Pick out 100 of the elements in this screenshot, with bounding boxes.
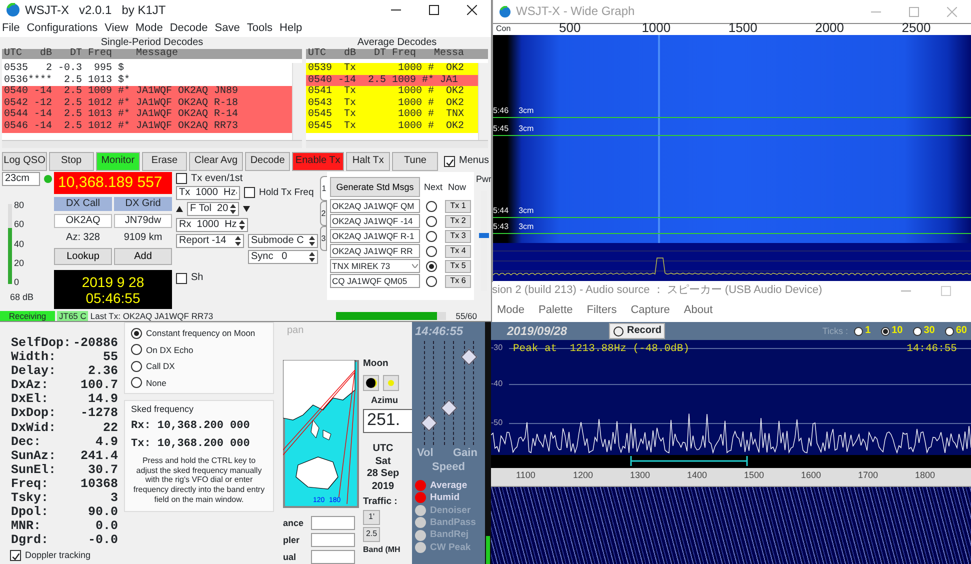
menu-item[interactable]: Configurations — [26, 22, 98, 36]
toolbar-button[interactable]: Enable Tx — [292, 152, 344, 170]
menu-item[interactable]: View — [104, 22, 128, 36]
menu-item[interactable]: Mode — [497, 304, 525, 318]
menu-item[interactable]: Help — [280, 22, 302, 36]
menu-item[interactable]: Save — [214, 22, 240, 36]
radio-button[interactable] — [131, 344, 142, 356]
traffic-button[interactable]: 1' — [363, 510, 380, 525]
checkbox-label[interactable]: Menus — [459, 155, 490, 167]
option-label[interactable]: Call DX — [146, 361, 175, 372]
tick-option[interactable]: 10 — [892, 325, 903, 337]
toolbar-button[interactable]: Erase — [142, 152, 187, 170]
radio-button[interactable] — [426, 246, 437, 256]
option-label[interactable]: None — [146, 378, 166, 388]
decode-row[interactable]: 0539 Tx 1000 # OK2 — [306, 63, 478, 75]
menu-item[interactable]: About — [684, 304, 713, 318]
radio-button[interactable] — [426, 276, 437, 286]
decode-row[interactable]: 0540 -14 2.5 1009 #* JA1WQF OK2AQ JN89 — [2, 86, 292, 98]
toolbar-button[interactable]: Stop — [49, 152, 94, 170]
decode-row[interactable]: 0543 Tx 1000 # OK2 — [306, 98, 478, 110]
decode-row[interactable]: 0545 Tx 1000 # TNX — [306, 109, 478, 121]
tick-option[interactable]: 1 — [865, 325, 871, 337]
radio-button[interactable] — [426, 260, 437, 272]
menu-item[interactable]: File — [2, 22, 20, 36]
menu-item[interactable]: Filters — [586, 304, 617, 318]
toolbar-button[interactable]: Tune — [392, 152, 438, 170]
toolbar-button[interactable]: Halt Tx — [346, 152, 390, 170]
checkbox[interactable] — [176, 272, 187, 284]
tick-option[interactable]: 60 — [956, 325, 967, 337]
option-label[interactable]: Constant frequency on Moon — [146, 328, 256, 338]
spin-box[interactable]: Report -14 — [176, 234, 244, 248]
tx-button[interactable]: Tx 6 — [445, 274, 471, 288]
checkbox-label[interactable]: Tx even/1st — [191, 172, 243, 184]
input-field[interactable]: OK2AQ JA1WQF -14 — [330, 214, 420, 228]
tx-button[interactable]: Tx 2 — [445, 214, 471, 228]
spin-box[interactable]: Tx 1000 Hz — [176, 186, 240, 200]
traffic-button[interactable]: 2.5 — [363, 526, 380, 542]
tab[interactable]: 3 — [320, 226, 327, 251]
input-field[interactable]: JN79dw — [114, 214, 172, 228]
input-field[interactable]: CQ JA1WQF QM05 — [330, 274, 420, 288]
decode-row[interactable]: 0546 -14 2.5 1012 #* JA1WQF OK2AQ RR73 — [2, 120, 292, 133]
option-label[interactable]: On DX Echo — [146, 344, 194, 355]
decode-row[interactable]: 0545 Tx 1000 # OK2 — [306, 120, 478, 133]
vertical-scrollbar[interactable] — [478, 63, 488, 140]
dropdown-field[interactable]: TNX MIREK 73 — [330, 259, 420, 273]
checkbox[interactable] — [176, 173, 187, 184]
input-field[interactable] — [311, 533, 355, 547]
radio-button[interactable] — [426, 216, 437, 226]
input-field[interactable] — [311, 516, 355, 530]
tick-option[interactable]: 30 — [924, 325, 935, 337]
menu-item[interactable]: Capture — [630, 304, 670, 318]
menu-item[interactable]: Mode — [135, 22, 163, 36]
checkbox-label[interactable]: Sh — [191, 272, 204, 284]
radio-button[interactable] — [426, 200, 437, 212]
radio-button[interactable] — [131, 377, 142, 388]
horizontal-scrollbar[interactable] — [2, 140, 302, 148]
generate-button[interactable]: Generate Std Msgs — [330, 177, 420, 197]
tx-button[interactable]: Tx 3 — [445, 230, 471, 242]
radio-button[interactable] — [944, 326, 954, 336]
radio-button[interactable] — [880, 326, 890, 336]
band-select[interactable]: 23cm — [2, 172, 40, 186]
decode-row[interactable]: 0540 -14 2.5 1009 #* JA1 — [306, 74, 478, 86]
input-field[interactable]: OK2AQ JA1WQF R-1 — [330, 229, 420, 243]
radio-button[interactable] — [131, 360, 142, 372]
toolbar-button[interactable]: Log QSO — [2, 152, 47, 170]
decode-row[interactable]: 0544 -14 2.5 1013 #* JA1WQF OK2AQ R-14 — [2, 109, 292, 121]
tab[interactable]: 2 — [320, 201, 327, 226]
tab[interactable]: 1 — [320, 176, 327, 201]
spin-box[interactable]: Submode C — [248, 234, 318, 248]
radio-button[interactable] — [912, 326, 922, 336]
toolbar-button[interactable]: Decode — [245, 152, 290, 170]
menu-item[interactable]: Decode — [170, 22, 208, 36]
toolbar-button[interactable]: Clear Avg — [188, 152, 244, 170]
radio-button[interactable] — [426, 230, 437, 242]
input-field[interactable]: OK2AQ JA1WQF QM — [330, 199, 420, 213]
radio-button[interactable] — [854, 326, 864, 336]
record-button[interactable]: Record — [609, 323, 666, 339]
tx-button[interactable]: Tx 5 — [445, 260, 471, 272]
checkbox-label[interactable]: Hold Tx Freq — [259, 187, 314, 199]
checkbox-label[interactable]: Doppler tracking — [25, 550, 91, 561]
checkbox[interactable] — [444, 156, 456, 166]
checkbox[interactable] — [244, 187, 255, 198]
add-button[interactable]: Add — [114, 248, 172, 265]
menu-item[interactable]: Tools — [246, 22, 273, 36]
tx-button[interactable]: Tx 1 — [445, 200, 471, 212]
input-field[interactable]: OK2AQ — [54, 214, 112, 228]
slider-thumb[interactable] — [478, 233, 489, 238]
input-field[interactable]: OK2AQ JA1WQF RR — [330, 244, 420, 258]
spin-box[interactable]: Sync 0 — [248, 250, 318, 264]
moon-button[interactable] — [363, 375, 379, 392]
radio-button[interactable] — [131, 328, 142, 339]
input-field[interactable] — [311, 550, 355, 564]
tx-button[interactable]: Tx 4 — [445, 244, 471, 258]
lookup-button[interactable]: Lookup — [54, 248, 112, 265]
vertical-scrollbar[interactable] — [292, 63, 302, 140]
horizontal-scrollbar[interactable] — [306, 140, 488, 148]
decode-row[interactable]: 0542 -12 2.5 1012 #* JA1WQF OK2AQ R-18 — [2, 98, 292, 110]
menu-item[interactable]: Palette — [538, 304, 573, 318]
checkbox[interactable] — [10, 550, 21, 561]
toolbar-button[interactable]: Monitor — [96, 152, 140, 170]
